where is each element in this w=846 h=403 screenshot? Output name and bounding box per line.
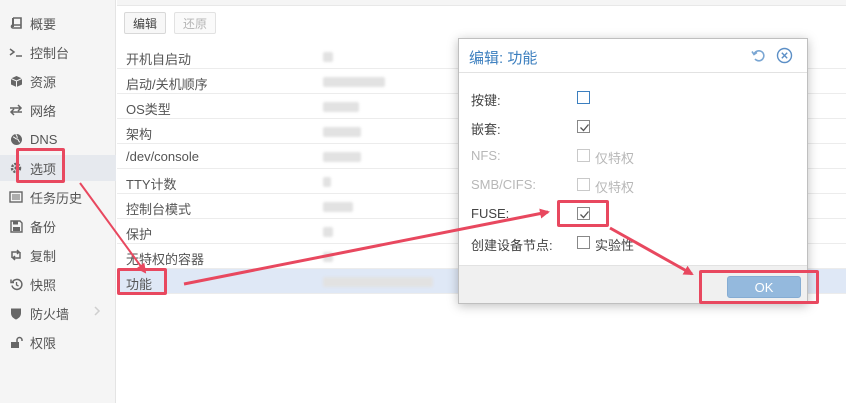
smb-cifs-option-text: 仅特权 <box>595 180 635 195</box>
ok-button[interactable]: OK <box>727 276 801 298</box>
dialog-header: 编辑: 功能 <box>459 39 807 73</box>
option-key: 功能 <box>126 277 153 292</box>
mknod-label: 创建设备节点: <box>471 238 553 253</box>
option-key: OS类型 <box>126 102 171 117</box>
sidebar-item-label: 网络 <box>30 103 57 119</box>
option-value-blurred <box>323 127 361 137</box>
sidebar-item-task-history[interactable]: 任务历史 <box>0 184 116 210</box>
mknod-checkbox[interactable] <box>577 236 590 249</box>
sidebar-item-replication[interactable]: 复制 <box>0 242 116 268</box>
option-value-blurred <box>323 252 333 262</box>
unlock-icon <box>8 334 24 350</box>
chevron-right-icon[interactable] <box>92 304 102 318</box>
smb-cifs-checkbox[interactable] <box>577 178 590 191</box>
sidebar-item-label: 快照 <box>30 277 57 293</box>
sidebar-item-label: 资源 <box>30 74 57 90</box>
option-key: 启动/关机顺序 <box>126 77 208 92</box>
sidebar-item-network[interactable]: 网络 <box>0 97 116 123</box>
nesting-label: 嵌套: <box>471 122 501 137</box>
sidebar-item-summary[interactable]: 概要 <box>0 10 116 36</box>
globe-icon <box>8 131 24 147</box>
keyctl-label: 按键: <box>471 93 501 108</box>
keyctl-checkbox[interactable] <box>577 91 590 104</box>
option-value-blurred <box>323 52 333 62</box>
revert-button[interactable]: 还原 <box>174 12 216 34</box>
nfs-option-text: 仅特权 <box>595 151 635 166</box>
sidebar-item-label: 选项 <box>30 161 57 177</box>
list-icon <box>8 189 24 205</box>
sidebar-item-snapshots[interactable]: 快照 <box>0 271 116 297</box>
sidebar-item-label: DNS <box>30 131 58 147</box>
sidebar-item-backup[interactable]: 备份 <box>0 213 116 239</box>
option-key: 保护 <box>126 227 153 242</box>
checkmark-icon <box>580 124 589 132</box>
cube-icon <box>8 73 24 89</box>
option-value-blurred <box>323 277 433 287</box>
option-key: 架构 <box>126 127 153 142</box>
fuse-label: FUSE: <box>471 206 510 221</box>
sidebar-item-label: 备份 <box>30 219 57 235</box>
option-value-blurred <box>323 77 385 87</box>
nfs-checkbox[interactable] <box>577 149 590 162</box>
option-key: 开机自启动 <box>126 52 192 67</box>
sidebar-item-resources[interactable]: 资源 <box>0 68 116 94</box>
option-key: /dev/console <box>126 149 199 164</box>
dialog-title: 编辑: 功能 <box>469 50 538 67</box>
app-window: 概要 控制台 资源 网络 DNS 选项 任务历史 备份 复制 快照 防火墙 权限… <box>0 0 846 403</box>
retweet-icon <box>8 247 24 263</box>
sidebar: 概要 控制台 资源 网络 DNS 选项 任务历史 备份 复制 快照 防火墙 权限 <box>0 0 116 403</box>
option-key: TTY计数 <box>126 177 177 192</box>
fuse-checkbox[interactable] <box>577 207 590 220</box>
shield-icon <box>8 305 24 321</box>
reset-icon[interactable] <box>750 47 767 64</box>
sidebar-item-label: 概要 <box>30 16 57 32</box>
edit-features-dialog: 编辑: 功能 按键: 嵌套: NFS: 仅特权 SMB/CIFS: 仅特权 FU… <box>458 38 808 304</box>
book-icon <box>8 15 24 31</box>
checkmark-icon <box>580 211 589 219</box>
history-icon <box>8 276 24 292</box>
edit-button[interactable]: 编辑 <box>124 12 166 34</box>
mknod-option-text: 实验性 <box>595 238 635 253</box>
exchange-icon <box>8 102 24 118</box>
nesting-checkbox[interactable] <box>577 120 590 133</box>
sidebar-item-label: 任务历史 <box>30 190 83 206</box>
option-value-blurred <box>323 227 333 237</box>
option-key: 无特权的容器 <box>126 252 205 267</box>
sidebar-item-label: 防火墙 <box>30 306 70 322</box>
option-value-blurred <box>323 202 353 212</box>
nfs-label: NFS: <box>471 148 501 163</box>
sidebar-item-label: 控制台 <box>30 45 70 61</box>
sidebar-item-label: 复制 <box>30 248 57 264</box>
toolbar-top-strip <box>117 0 846 6</box>
sidebar-item-options[interactable]: 选项 <box>0 155 116 181</box>
option-value-blurred <box>323 177 331 187</box>
sidebar-item-permissions[interactable]: 权限 <box>0 329 116 355</box>
sidebar-item-label: 权限 <box>30 335 57 351</box>
option-value-blurred <box>323 102 359 112</box>
sidebar-item-dns[interactable]: DNS <box>0 126 116 152</box>
smb-cifs-label: SMB/CIFS: <box>471 177 537 192</box>
close-icon[interactable] <box>776 47 793 64</box>
option-key: 控制台模式 <box>126 202 192 217</box>
sidebar-item-console[interactable]: 控制台 <box>0 39 116 65</box>
option-value-blurred <box>323 152 361 162</box>
gear-icon <box>8 160 24 176</box>
terminal-icon <box>8 44 24 60</box>
floppy-icon <box>8 218 24 234</box>
